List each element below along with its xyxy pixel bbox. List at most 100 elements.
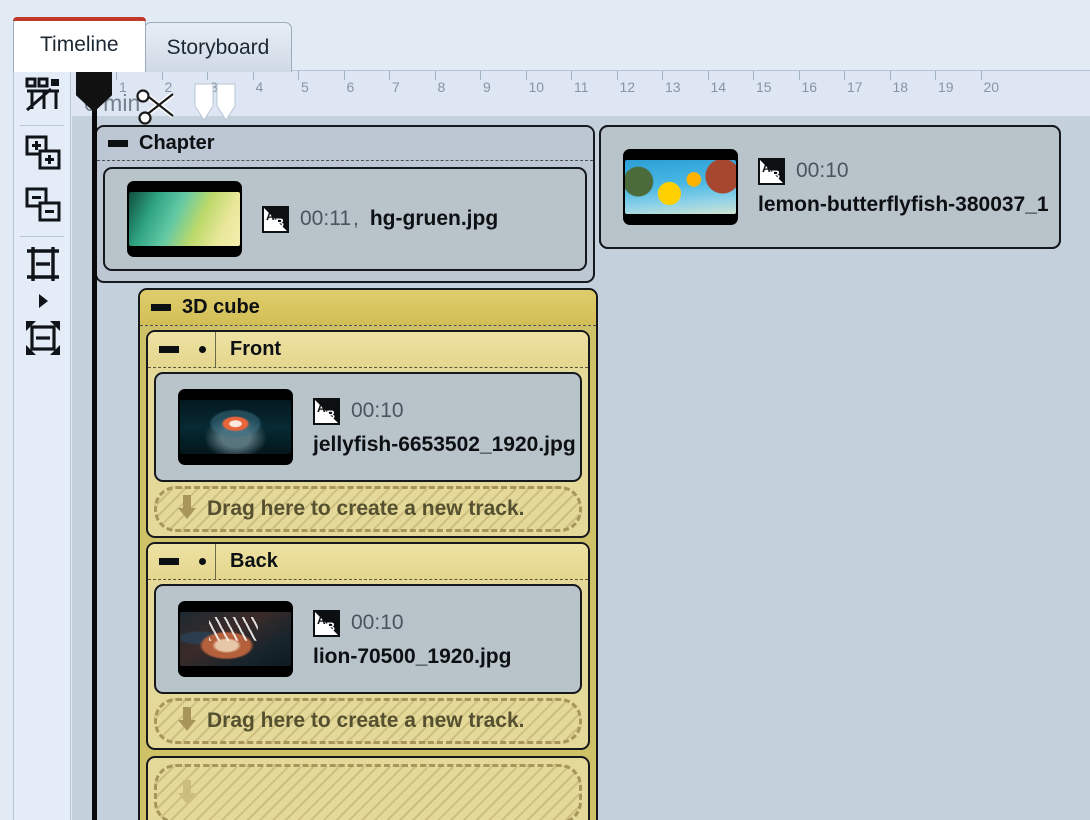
dropzone-back[interactable]: Drag here to create a new track. (154, 698, 582, 744)
back-marker (190, 544, 216, 579)
ruler-tick (434, 71, 436, 80)
add-track-button[interactable] (14, 129, 72, 181)
expand-arrow-icon (34, 292, 52, 314)
cube-title: 3D cube (182, 296, 260, 318)
drop-arrow-icon (177, 493, 197, 525)
fit-all-button[interactable] (14, 314, 72, 366)
fit-all-icon (23, 318, 63, 362)
cube-collapse-button[interactable] (140, 304, 182, 311)
add-track-icon (24, 134, 62, 176)
clip-filename: hg-gruen.jpg (369, 207, 499, 230)
ruler-tick (889, 71, 891, 80)
insert-clip-button[interactable] (14, 70, 72, 122)
ruler-tick (389, 71, 390, 80)
fit-height-button[interactable] (14, 240, 72, 292)
ab-transition-icon: AB (313, 397, 340, 425)
clip-filename: lemon-butterflyfish-380037_1 (758, 192, 1049, 216)
ruler-tick (798, 71, 800, 80)
tab-timeline-label: Timeline (40, 33, 119, 56)
track-trailing[interactable] (146, 756, 590, 820)
ruler-tick-label: 6 (346, 79, 355, 95)
drop-arrow-icon (177, 705, 197, 737)
ruler-tick-label: 19 (938, 79, 954, 95)
group-3d-cube[interactable]: 3D cube Front A B 00:10 jellyfish-665350… (138, 288, 598, 820)
clip-thumbnail (178, 601, 293, 677)
ruler-tick-label: 11 (574, 79, 589, 95)
clip-thumbnail (178, 389, 293, 465)
clip-lemon-butterflyfish[interactable]: AB 00:10 lemon-butterflyfish-380037_1 (599, 125, 1061, 249)
track-back[interactable]: Back AB 00:10 lion-70500_1920.jpg Drag h… (146, 542, 590, 750)
ruler-tick (662, 71, 663, 80)
ruler-tick-label: 15 (756, 79, 772, 95)
tab-storyboard-label: Storyboard (166, 35, 270, 59)
clip-lion[interactable]: AB 00:10 lion-70500_1920.jpg (154, 584, 582, 694)
ruler-tick-label: 1 (119, 79, 127, 95)
ruler-tick-label: 13 (665, 79, 681, 95)
front-marker (190, 332, 216, 367)
tab-timeline[interactable]: Timeline (13, 17, 146, 72)
bullet-icon (199, 558, 206, 565)
cube-header[interactable]: 3D cube (140, 290, 596, 326)
ruler-tick-label: 7 (392, 79, 400, 95)
ruler-tick (844, 71, 845, 80)
front-header[interactable]: Front (148, 332, 588, 368)
clip-metadata: AB 00:10 lemon-butterflyfish-380037_1 (758, 157, 1049, 217)
track-front[interactable]: Front AB 00:10 jellyfish-6653502_1920.jp… (146, 330, 590, 538)
ruler-tick-label: 2 (164, 79, 173, 95)
insert-clip-icon (23, 74, 63, 118)
timeline-editor-window: Timeline Storyboard 1 2 3 4 5 6 7 8 9 10… (0, 0, 1090, 820)
ruler-tick (298, 71, 299, 80)
drop-arrow-icon (177, 778, 197, 810)
clip-filename: jellyfish-6653502_1920.jpg (313, 432, 576, 456)
clip-duration: 00:10 (351, 611, 404, 634)
timeline-toolbar (13, 70, 71, 820)
clip-metadata: AB 00:11 , hg-gruen.jpg (262, 205, 499, 233)
ruler-tick-label: 10 (528, 79, 545, 95)
toolbar-divider-2 (20, 236, 64, 237)
clip-metadata: AB 00:10 jellyfish-6653502_1920.jpg (313, 397, 576, 457)
ruler-tick (707, 71, 709, 80)
expand-toolbar-button[interactable] (14, 292, 72, 314)
ruler-tick (980, 71, 982, 80)
chapter-collapse-button[interactable] (97, 140, 139, 147)
clip-separator: , (353, 207, 359, 230)
ruler-tick (480, 71, 481, 80)
clip-jellyfish[interactable]: AB 00:10 jellyfish-6653502_1920.jpg (154, 372, 582, 482)
dropzone-trailing[interactable] (154, 764, 582, 820)
toolbar-divider-1 (20, 125, 64, 126)
clip-duration: 00:10 (351, 399, 404, 422)
timeline-canvas[interactable]: Chapter AB 00:11 , hg-gruen.jpg A B 00:1… (72, 116, 1090, 820)
tab-strip: Timeline Storyboard (0, 0, 1090, 72)
ruler-tick-label: 20 (983, 79, 1000, 95)
ruler-tick (207, 71, 208, 80)
ab-transition-icon: AB (262, 205, 289, 233)
front-title: Front (230, 338, 282, 360)
dropzone-front[interactable]: Drag here to create a new track. (154, 486, 582, 532)
tab-storyboard[interactable]: Storyboard (143, 22, 293, 72)
chapter-header[interactable]: Chapter (97, 127, 593, 161)
clip-hg-gruen[interactable]: AB 00:11 , hg-gruen.jpg (103, 167, 587, 271)
playhead-line[interactable] (92, 100, 97, 820)
remove-track-button[interactable] (14, 181, 72, 233)
ruler-tick-label: 12 (619, 79, 636, 95)
back-collapse-button[interactable] (148, 558, 190, 565)
time-ruler[interactable]: 1 2 3 4 5 6 7 8 9 10 11 12 13 14 15 16 17 18 19 20 (72, 70, 1090, 116)
ruler-tick (343, 71, 345, 80)
group-chapter[interactable]: Chapter AB 00:11 , hg-gruen.jpg (95, 125, 595, 283)
ruler-tick-label: 5 (301, 79, 309, 95)
collapse-minus-icon (159, 558, 179, 565)
clip-body[interactable]: AB 00:10 lemon-butterflyfish-380037_1 (599, 125, 1061, 249)
ruler-tick-label: 17 (847, 79, 863, 95)
ruler-tick (161, 71, 163, 80)
ab-transition-icon: AB (313, 609, 340, 637)
ruler-tick-label: 14 (710, 79, 727, 95)
back-header[interactable]: Back (148, 544, 588, 580)
ruler-tick (116, 71, 117, 80)
ruler-tick (571, 71, 572, 80)
clip-thumbnail (623, 149, 738, 225)
ruler-tick-label: 8 (437, 79, 446, 95)
clip-metadata: AB 00:10 lion-70500_1920.jpg (313, 609, 511, 669)
front-collapse-button[interactable] (148, 346, 190, 353)
ruler-tick-label: 9 (483, 79, 491, 95)
ruler-tick (935, 71, 936, 80)
